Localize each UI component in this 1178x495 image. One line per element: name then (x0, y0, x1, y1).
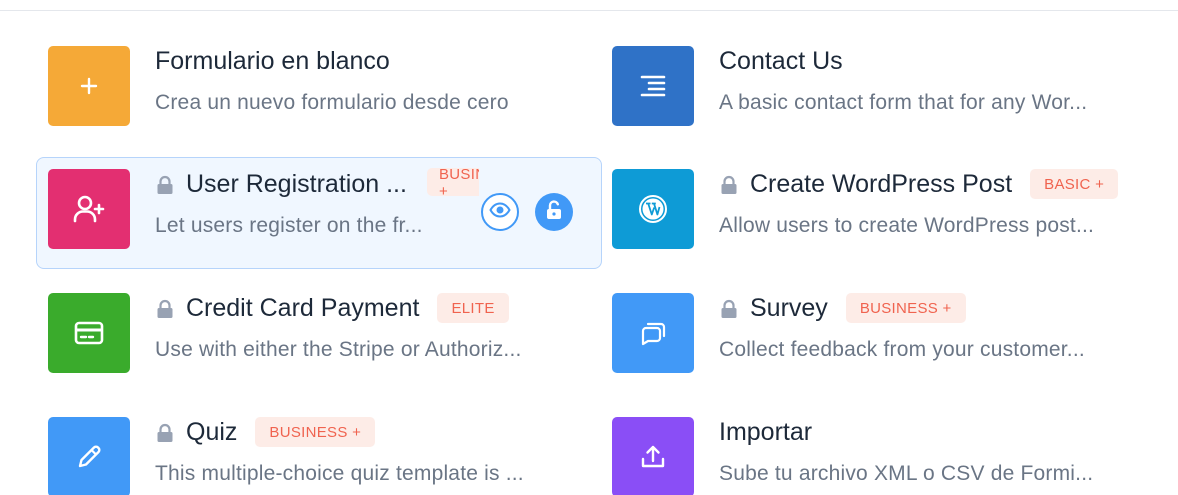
template-description: Let users register on the fr... (155, 214, 423, 237)
credit-card-icon (48, 293, 130, 373)
plan-badge: ELITE (437, 293, 509, 323)
template-title: Importar (719, 417, 813, 446)
add-user-icon (48, 169, 130, 249)
unlock-icon (544, 199, 564, 226)
template-title: Quiz (186, 417, 238, 446)
pencil-icon (48, 417, 130, 495)
plan-badge: BUSINESS + (845, 293, 966, 323)
lock-icon (719, 297, 741, 319)
lock-icon (719, 173, 741, 195)
lock-icon (155, 421, 177, 443)
template-description: Sube tu archivo XML o CSV de Formi... (719, 462, 1094, 485)
preview-button[interactable] (481, 193, 519, 231)
template-card-import[interactable]: Importar Sube tu archivo XML o CSV de Fo… (600, 405, 1166, 495)
template-description: Crea un nuevo formulario desde cero (155, 91, 509, 114)
template-description: Collect feedback from your customer... (719, 338, 1085, 361)
template-description: Allow users to create WordPress post... (719, 214, 1095, 237)
upload-icon (612, 417, 694, 495)
template-description: A basic contact form that for any Wor... (719, 91, 1088, 114)
plan-badge-clip: BUSINESS + (427, 166, 479, 196)
lock-icon (155, 173, 177, 195)
template-title: Credit Card Payment (186, 293, 420, 322)
plan-badge: BASIC + (1030, 169, 1119, 199)
template-card-user-registration[interactable]: User Registration ... BUSINESS + Let use… (36, 157, 602, 269)
template-card-quiz[interactable]: Quiz BUSINESS + This multiple-choice qui… (36, 405, 602, 495)
plus-icon (48, 46, 130, 126)
wordpress-icon (612, 169, 694, 249)
template-title: Create WordPress Post (750, 169, 1013, 198)
template-card-create-wordpress-post[interactable]: Create WordPress Post BASIC + Allow user… (600, 157, 1166, 269)
chat-bubbles-icon (612, 293, 694, 373)
template-title: User Registration ... (186, 169, 407, 198)
template-title: Survey (750, 293, 828, 322)
template-card-credit-card-payment[interactable]: Credit Card Payment ELITE Use with eithe… (36, 281, 602, 393)
plan-badge: BUSINESS + (255, 417, 376, 447)
hover-actions (481, 193, 573, 231)
unlock-button[interactable] (535, 193, 573, 231)
plan-badge: BUSINESS + (427, 166, 479, 196)
template-description: This multiple-choice quiz template is ..… (155, 462, 524, 485)
template-card-blank-form[interactable]: Formulario en blanco Crea un nuevo formu… (36, 34, 602, 146)
template-description: Use with either the Stripe or Authoriz..… (155, 338, 522, 361)
top-divider (0, 10, 1178, 11)
lock-icon (155, 297, 177, 319)
template-title: Formulario en blanco (155, 46, 390, 75)
template-card-survey[interactable]: Survey BUSINESS + Collect feedback from … (600, 281, 1166, 393)
eye-icon (489, 201, 511, 223)
template-card-contact-us[interactable]: Contact Us A basic contact form that for… (600, 34, 1166, 146)
align-right-lines-icon (612, 46, 694, 126)
template-title: Contact Us (719, 46, 843, 75)
